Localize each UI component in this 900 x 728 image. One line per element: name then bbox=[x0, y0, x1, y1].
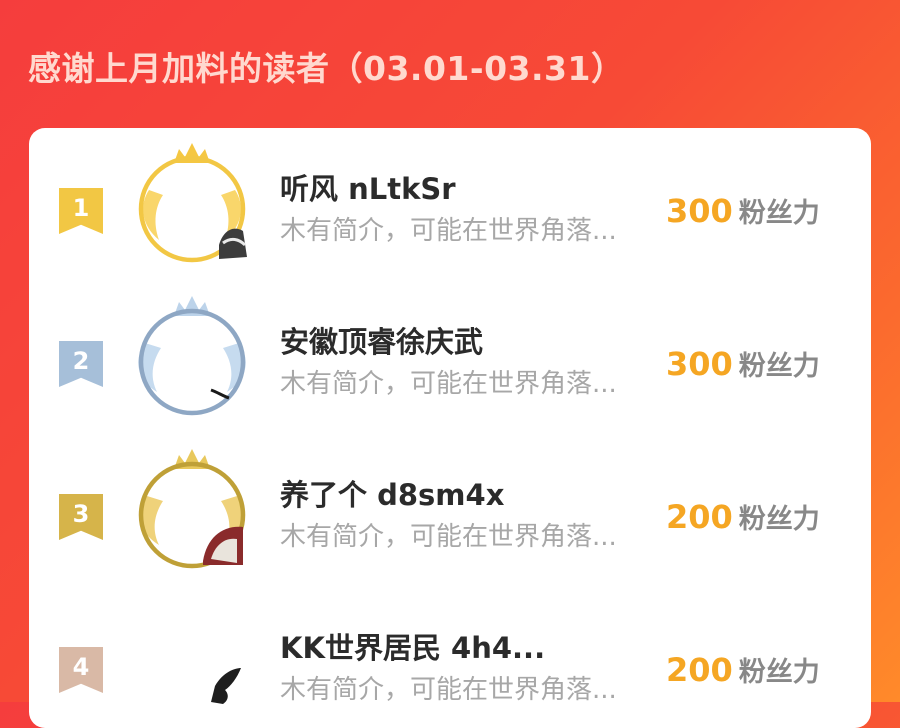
score-value: 300 bbox=[666, 345, 733, 383]
gold-crown-frame-icon bbox=[138, 143, 247, 263]
page-title: 感谢上月加料的读者（03.01-03.31） bbox=[28, 49, 625, 88]
score-value: 300 bbox=[666, 192, 733, 230]
silver-crown-frame-icon bbox=[138, 296, 246, 416]
reader-name: 养了个 d8sm4x bbox=[280, 478, 505, 512]
reader-name: 听风 nLtkSr bbox=[280, 172, 456, 206]
bronze-crown-frame-icon bbox=[138, 449, 246, 569]
score-unit: 粉丝力 bbox=[738, 198, 820, 229]
reader-bio: 木有简介，可能在世界角落... bbox=[280, 675, 617, 705]
reader-list-card: 1 听风 nLtkSr 木有简介，可能在世界角落... 300 粉丝力 2 安徽… bbox=[29, 128, 871, 728]
rank-badge: 2 bbox=[59, 341, 103, 387]
avatar[interactable] bbox=[119, 594, 265, 728]
reader-bio: 木有简介，可能在世界角落... bbox=[280, 216, 617, 246]
avatar[interactable] bbox=[119, 441, 265, 579]
avatar-image-icon bbox=[211, 668, 241, 704]
score-unit: 粉丝力 bbox=[738, 504, 820, 535]
list-item[interactable]: 2 安徽顶睿徐庆武 木有简介，可能在世界角落... 300 粉丝力 bbox=[29, 286, 871, 436]
reader-bio: 木有简介，可能在世界角落... bbox=[280, 369, 617, 399]
rank-badge: 4 bbox=[59, 647, 103, 693]
avatar[interactable] bbox=[119, 288, 265, 426]
avatar[interactable] bbox=[119, 135, 265, 273]
score-unit: 粉丝力 bbox=[738, 657, 820, 688]
fan-score: 300 粉丝力 bbox=[666, 189, 820, 233]
score-unit: 粉丝力 bbox=[738, 351, 820, 382]
fan-score: 200 粉丝力 bbox=[666, 495, 820, 539]
reader-name: KK世界居民 4h4... bbox=[280, 631, 546, 665]
fan-score: 200 粉丝力 bbox=[666, 648, 820, 692]
fan-score: 300 粉丝力 bbox=[666, 342, 820, 386]
list-item[interactable]: 1 听风 nLtkSr 木有简介，可能在世界角落... 300 粉丝力 bbox=[29, 133, 871, 283]
score-value: 200 bbox=[666, 498, 733, 536]
score-value: 200 bbox=[666, 651, 733, 689]
list-item[interactable]: 3 养了个 d8sm4x 木有简介，可能在世界角落... 200 粉丝力 bbox=[29, 439, 871, 589]
reader-name: 安徽顶睿徐庆武 bbox=[280, 325, 484, 359]
reader-bio: 木有简介，可能在世界角落... bbox=[280, 522, 617, 552]
rank-badge: 1 bbox=[59, 188, 103, 234]
list-item[interactable]: 4 KK世界居民 4h4... 木有简介，可能在世界角落... 200 粉丝力 bbox=[29, 592, 871, 728]
rank-badge: 3 bbox=[59, 494, 103, 540]
